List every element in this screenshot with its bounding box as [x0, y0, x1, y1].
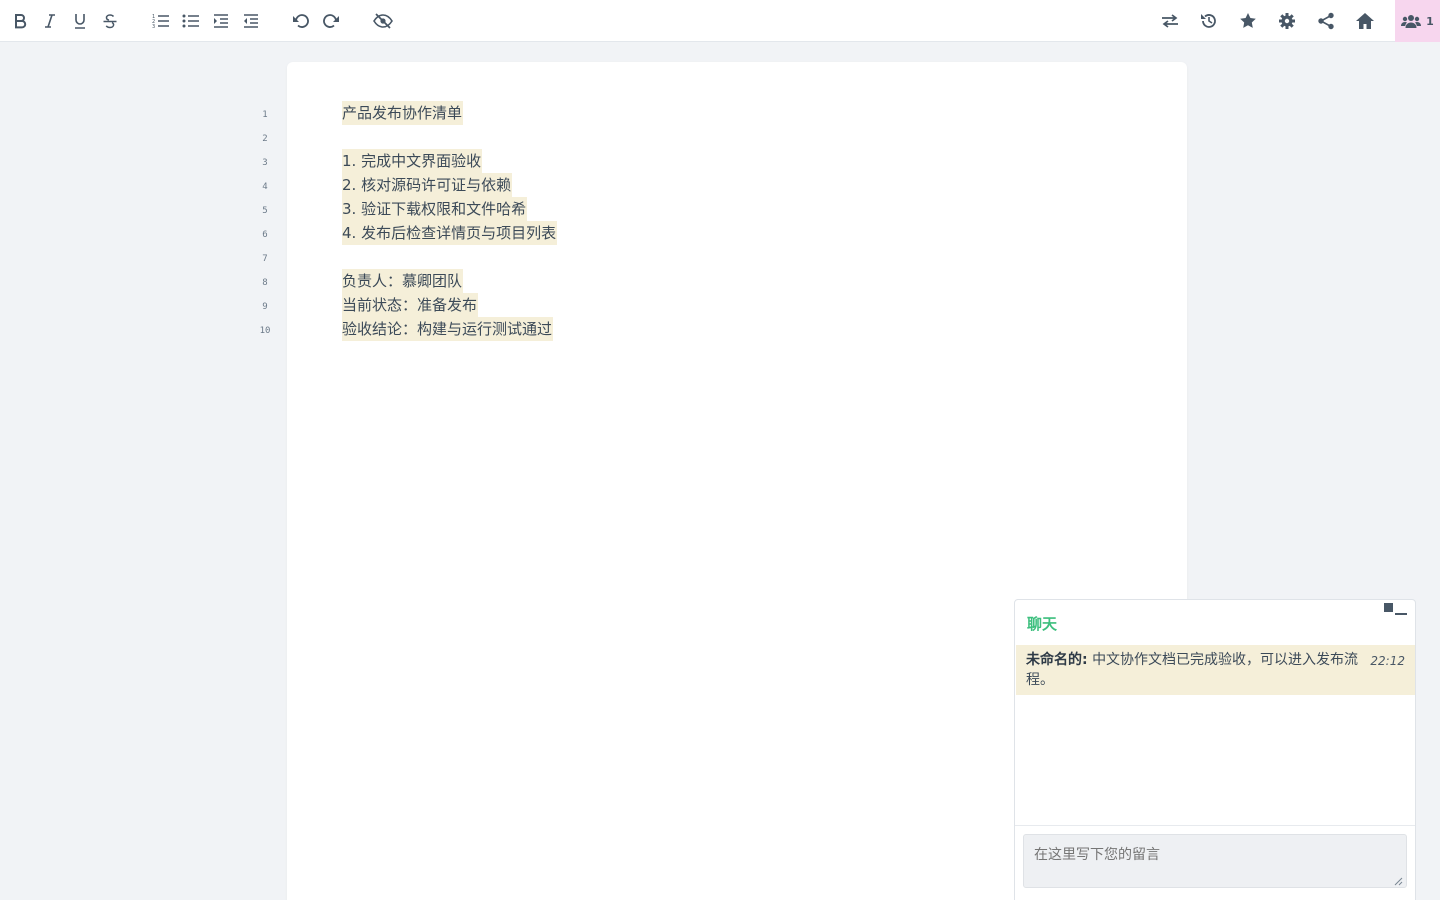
- resize-handle-icon[interactable]: [1393, 876, 1403, 886]
- strikethrough-icon: [103, 14, 117, 29]
- hide-author-colors-icon: [373, 13, 393, 29]
- gear-icon: [1279, 13, 1295, 29]
- chat-message-time: 22:12: [1370, 654, 1405, 668]
- doc-line[interactable]: 当前状态：准备发布: [342, 293, 557, 317]
- chat-title: 聊天: [1027, 615, 1058, 633]
- doc-line[interactable]: 验收结论：构建与运行测试通过: [342, 317, 557, 341]
- checklist-item: 2. 核对源码许可证与依赖: [342, 173, 513, 197]
- chat-message-author: 未命名的:: [1026, 652, 1088, 668]
- bullet-list-icon: [182, 14, 199, 28]
- undo-button[interactable]: [288, 8, 314, 34]
- minimize-icon: [1384, 603, 1407, 615]
- share-button[interactable]: [1313, 8, 1339, 34]
- doc-line[interactable]: 3. 验证下载权限和文件哈希: [342, 197, 557, 221]
- doc-line[interactable]: 负责人：慕卿团队: [342, 269, 557, 293]
- underline-icon: [75, 14, 85, 29]
- checklist-item: 3. 验证下载权限和文件哈希: [342, 197, 528, 221]
- outdent-icon: [244, 14, 258, 28]
- checklist-item: 1. 完成中文界面验收: [342, 149, 483, 173]
- chat-minimize-button[interactable]: [1383, 602, 1409, 618]
- doc-line[interactable]: 2. 核对源码许可证与依赖: [342, 173, 557, 197]
- chat-input[interactable]: [1023, 834, 1407, 888]
- bold-button[interactable]: [7, 8, 33, 34]
- bullet-list-button[interactable]: [178, 8, 204, 34]
- redo-icon: [323, 14, 339, 28]
- settings-button[interactable]: [1274, 8, 1300, 34]
- history-button[interactable]: [1196, 8, 1222, 34]
- checklist-item: 4. 发布后检查详情页与项目列表: [342, 221, 558, 245]
- home-icon: [1356, 13, 1374, 29]
- doc-line[interactable]: [342, 125, 557, 149]
- line-number: 8: [262, 278, 268, 288]
- line-number: 4: [262, 182, 268, 192]
- doc-line[interactable]: 1. 完成中文界面验收: [342, 149, 557, 173]
- history-icon: [1201, 14, 1216, 28]
- outdent-button[interactable]: [238, 8, 264, 34]
- undo-icon: [293, 14, 309, 28]
- underline-button[interactable]: [67, 8, 93, 34]
- line-number: 9: [262, 302, 268, 312]
- document-content[interactable]: 产品发布协作清单 1. 完成中文界面验收 2. 核对源码许可证与依赖 3. 验证…: [342, 101, 558, 341]
- chat-message: 未命名的: 中文协作文档已完成验收，可以进入发布流程。 22:12: [1016, 645, 1415, 695]
- users-button[interactable]: 1: [1395, 0, 1440, 42]
- chat-panel: 聊天 未命名的: 中文协作文档已完成验收，可以进入发布流程。 22:12: [1014, 599, 1416, 900]
- import-export-icon: [1162, 14, 1178, 28]
- toolbar: 123 1: [0, 0, 1440, 42]
- line-number: 5: [262, 206, 268, 216]
- users-count: 1: [1426, 14, 1434, 28]
- users-icon: [1401, 15, 1422, 28]
- line-number: 2: [262, 134, 268, 144]
- owner-line: 负责人：慕卿团队: [342, 269, 464, 293]
- strikethrough-button[interactable]: [97, 8, 123, 34]
- line-number: 6: [262, 230, 268, 240]
- numbered-list-button[interactable]: 123: [148, 8, 174, 34]
- line-number: 3: [262, 158, 268, 168]
- redo-button[interactable]: [318, 8, 344, 34]
- divider: [1015, 825, 1415, 826]
- line-number-gutter: 1 2 3 4 5 6 7 8 9 10: [250, 103, 280, 343]
- doc-title: 产品发布协作清单: [342, 101, 464, 125]
- doc-line[interactable]: [342, 245, 557, 269]
- italic-button[interactable]: [37, 8, 63, 34]
- italic-icon: [45, 14, 55, 28]
- indent-icon: [214, 14, 228, 28]
- home-button[interactable]: [1352, 8, 1378, 34]
- line-number: 10: [259, 326, 271, 336]
- indent-button[interactable]: [208, 8, 234, 34]
- conclusion-line: 验收结论：构建与运行测试通过: [342, 317, 554, 341]
- line-number: 1: [262, 110, 268, 120]
- doc-line[interactable]: 4. 发布后检查详情页与项目列表: [342, 221, 558, 245]
- star-icon: [1240, 13, 1256, 28]
- import-export-button[interactable]: [1157, 8, 1183, 34]
- share-icon: [1318, 12, 1334, 30]
- line-number: 7: [262, 254, 268, 264]
- star-button[interactable]: [1235, 8, 1261, 34]
- bold-icon: [15, 14, 27, 29]
- status-line: 当前状态：准备发布: [342, 293, 479, 317]
- svg-text:3: 3: [152, 24, 155, 29]
- doc-line[interactable]: 产品发布协作清单: [342, 101, 557, 125]
- hide-author-colors-button[interactable]: [370, 8, 396, 34]
- numbered-list-icon: 123: [152, 14, 169, 29]
